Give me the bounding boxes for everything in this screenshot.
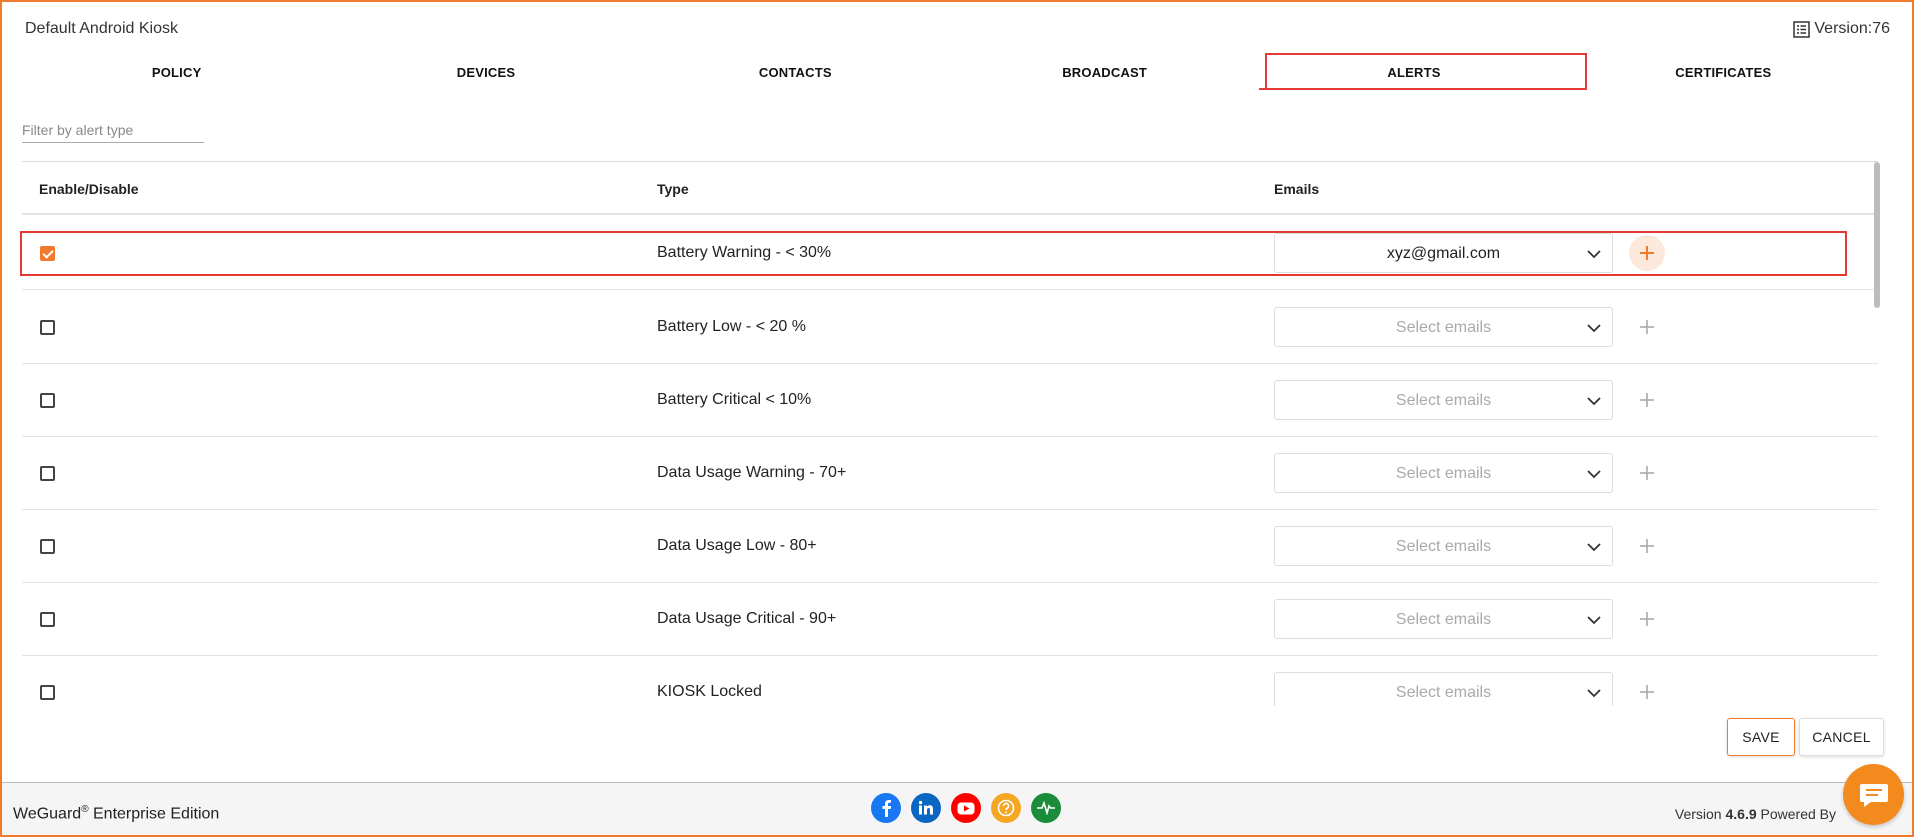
plus-icon: [1640, 466, 1654, 480]
table-row: Data Usage Low - 80+ Select emails: [22, 510, 1878, 583]
emails-select[interactable]: xyz@gmail.com: [1274, 233, 1613, 273]
alert-type: Battery Critical < 10%: [657, 391, 812, 408]
tab-broadcast[interactable]: BROADCAST: [950, 55, 1259, 91]
add-email-button[interactable]: [1629, 601, 1665, 637]
brand-name: WeGuard: [13, 805, 82, 823]
plus-icon: [1640, 246, 1654, 260]
enable-checkbox[interactable]: [40, 612, 55, 627]
add-email-button[interactable]: [1629, 235, 1665, 271]
tab-contacts[interactable]: CONTACTS: [641, 55, 950, 91]
social-links: [871, 793, 1061, 823]
plus-icon: [1640, 539, 1654, 553]
add-email-button[interactable]: [1629, 674, 1665, 706]
tab-devices[interactable]: DEVICES: [331, 55, 640, 91]
table-row: Data Usage Critical - 90+ Select emails: [22, 583, 1878, 656]
tab-certificates[interactable]: CERTIFICATES: [1569, 55, 1878, 91]
column-header-emails: Emails: [1274, 181, 1320, 197]
emails-select-value: Select emails: [1395, 611, 1492, 628]
emails-select[interactable]: Select emails: [1274, 599, 1613, 639]
registered-mark: ®: [81, 804, 89, 815]
enable-checkbox[interactable]: [40, 320, 55, 335]
heartbeat-icon[interactable]: [1031, 793, 1061, 823]
plus-icon: [1640, 393, 1654, 407]
emails-select-value: xyz@gmail.com: [1386, 245, 1501, 262]
table-row: KIOSK Locked Select emails: [22, 656, 1878, 706]
alert-type-filter-input[interactable]: [22, 118, 204, 143]
emails-select[interactable]: Select emails: [1274, 380, 1613, 420]
alert-type: Data Usage Warning - 70+: [657, 464, 847, 481]
alerts-table: Enable/Disable Type Emails Battery Warni…: [22, 161, 1878, 706]
enable-checkbox[interactable]: [40, 393, 55, 408]
save-button[interactable]: SAVE: [1727, 718, 1795, 756]
chat-button[interactable]: [1843, 764, 1904, 825]
column-header-type: Type: [657, 181, 689, 197]
alert-type: Battery Low - < 20 %: [657, 318, 806, 335]
plus-icon: [1640, 685, 1654, 699]
youtube-icon[interactable]: [951, 793, 981, 823]
column-header-enable: Enable/Disable: [39, 181, 139, 197]
alert-type: Battery Warning - < 30%: [657, 244, 832, 261]
linkedin-icon[interactable]: [911, 793, 941, 823]
table-row: Data Usage Warning - 70+ Select emails: [22, 437, 1878, 510]
brand-edition: Enterprise Edition: [88, 805, 220, 823]
enable-checkbox[interactable]: [40, 246, 55, 261]
footer-version-prefix: Version: [1674, 806, 1726, 822]
add-email-button[interactable]: [1629, 309, 1665, 345]
emails-select-value: Select emails: [1395, 465, 1492, 482]
alert-type: Data Usage Low - 80+: [657, 537, 817, 554]
chevron-down-icon: [1587, 324, 1601, 333]
add-email-button[interactable]: [1629, 455, 1665, 491]
top-bar: Default Android Kiosk Version:76: [24, 18, 1890, 42]
tab-policy[interactable]: POLICY: [22, 55, 331, 91]
policy-tabs: POLICY DEVICES CONTACTS BROADCAST ALERTS…: [22, 55, 1878, 91]
version-label: Version:76: [1814, 20, 1890, 37]
emails-select[interactable]: Select emails: [1274, 672, 1613, 706]
help-icon[interactable]: [991, 793, 1021, 823]
chat-bubble-icon: [1859, 783, 1888, 807]
table-row: Battery Critical < 10% Select emails: [22, 364, 1878, 437]
emails-select[interactable]: Select emails: [1274, 453, 1613, 493]
emails-select-value: Select emails: [1395, 392, 1492, 409]
emails-select-value: Select emails: [1395, 319, 1492, 336]
chevron-down-icon: [1587, 470, 1601, 479]
cancel-button[interactable]: CANCEL: [1799, 718, 1884, 756]
version-indicator[interactable]: Version:76: [1793, 20, 1890, 38]
plus-icon: [1640, 612, 1654, 626]
table-scrollbar[interactable]: [1873, 161, 1880, 706]
scrollbar-thumb[interactable]: [1874, 162, 1880, 308]
table-header: Enable/Disable Type Emails: [22, 162, 1878, 215]
list-icon: [1793, 20, 1811, 38]
alert-type: KIOSK Locked: [657, 683, 762, 700]
table-row: Battery Warning - < 30% xyz@gmail.com: [22, 217, 1878, 290]
emails-select-value: Select emails: [1395, 684, 1492, 701]
enable-checkbox[interactable]: [40, 466, 55, 481]
footer-version-number: 4.6.9: [1725, 806, 1757, 822]
add-email-button[interactable]: [1629, 382, 1665, 418]
footer: WeGuard® Enterprise Edition Version 4.6.…: [2, 782, 1912, 835]
emails-select[interactable]: Select emails: [1274, 307, 1613, 347]
tab-alerts[interactable]: ALERTS: [1259, 55, 1569, 91]
powered-by-label: Powered By: [1756, 806, 1837, 822]
plus-icon: [1640, 320, 1654, 334]
enable-checkbox[interactable]: [40, 539, 55, 554]
chevron-down-icon: [1587, 543, 1601, 552]
chevron-down-icon: [1587, 689, 1601, 698]
policy-title: Default Android Kiosk: [25, 20, 178, 37]
brand-label: WeGuard® Enterprise Edition: [13, 804, 219, 823]
table-row: Battery Low - < 20 % Select emails: [22, 291, 1878, 364]
chevron-down-icon: [1587, 616, 1601, 625]
facebook-icon[interactable]: [871, 793, 901, 823]
emails-select-value: Select emails: [1395, 538, 1492, 555]
footer-version: Version 4.6.9 Powered By: [1675, 806, 1836, 822]
emails-select[interactable]: Select emails: [1274, 526, 1613, 566]
enable-checkbox[interactable]: [40, 685, 55, 700]
chevron-down-icon: [1587, 397, 1601, 406]
chevron-down-icon: [1587, 250, 1601, 259]
add-email-button[interactable]: [1629, 528, 1665, 564]
alert-type: Data Usage Critical - 90+: [657, 610, 837, 627]
